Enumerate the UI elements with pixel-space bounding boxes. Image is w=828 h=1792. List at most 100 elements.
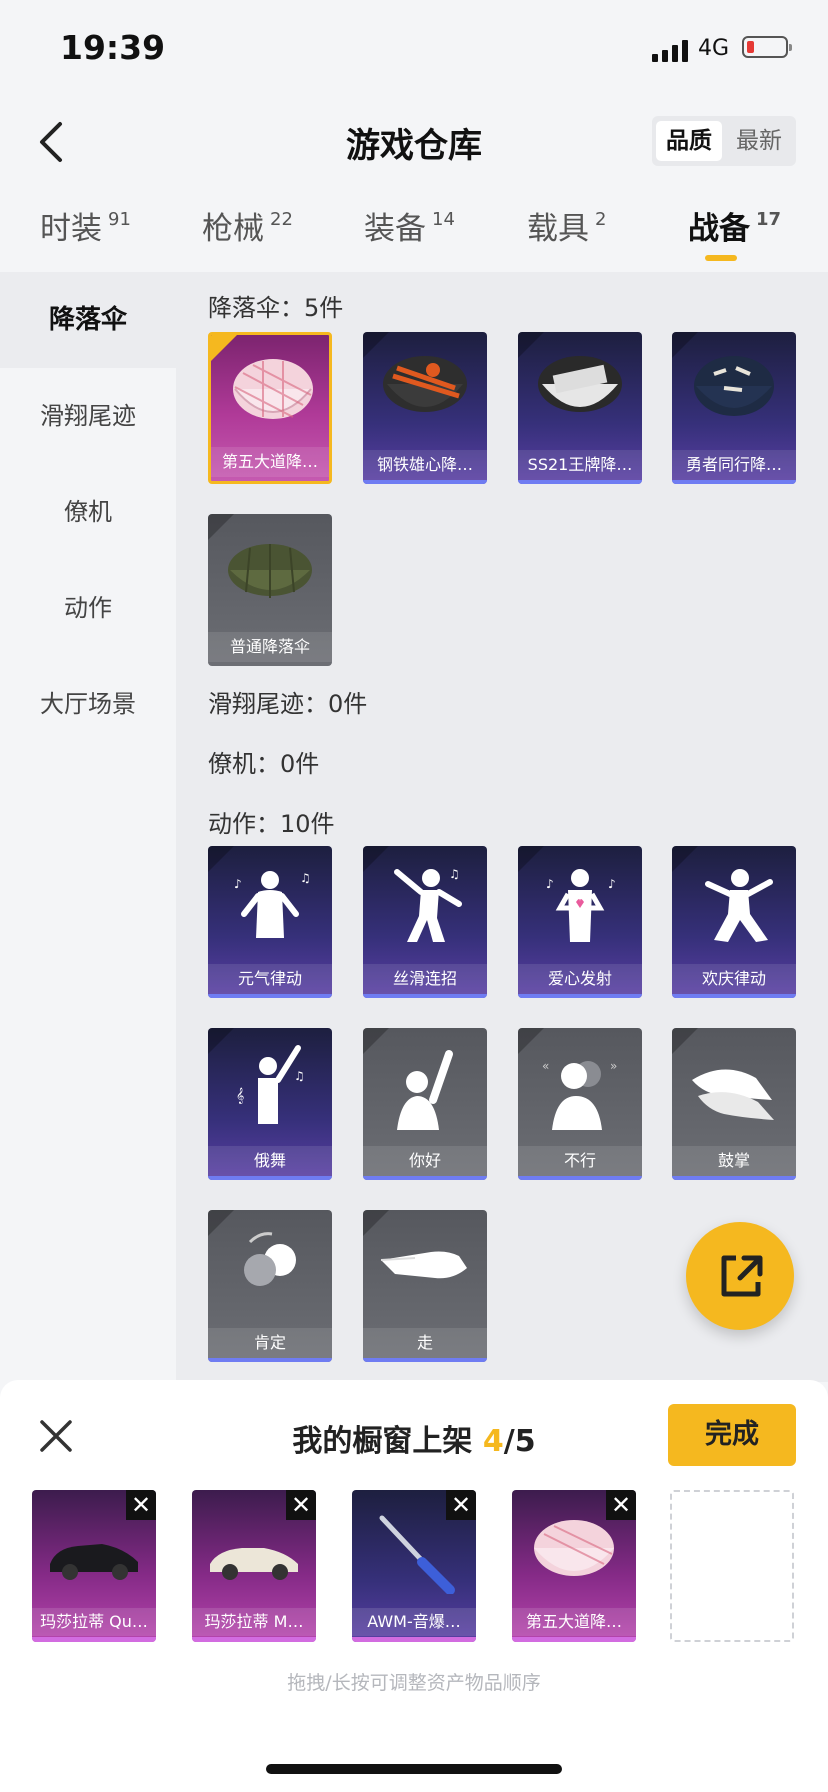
parachute-icon [383,356,467,412]
item-card[interactable]: ♪ ♪ 爱心发射 [518,846,642,998]
sidebar: 降落伞 滑翔尾迹 僚机 动作 大厅场景 [0,272,176,1382]
network-label: 4G [698,36,730,61]
item-label: 第五大道降… [512,1608,636,1636]
tab-count: 22 [270,209,293,230]
svg-text:«: « [542,1059,549,1073]
item-label: 俄舞 [208,1146,332,1176]
sort-newest-button[interactable]: 最新 [726,121,792,161]
item-card[interactable]: 肯定 [208,1210,332,1362]
remove-item-button[interactable]: ✕ [126,1490,156,1520]
done-button[interactable]: 完成 [668,1404,796,1466]
parachute-icon [228,544,312,598]
pointing-hand-icon [380,1251,467,1279]
item-card[interactable]: 勇者同行降… [672,332,796,484]
item-card[interactable]: «» 不行 [518,1028,642,1180]
nodding-icon [244,1232,296,1286]
parachute-icon [538,356,622,412]
rifle-icon [379,1515,455,1594]
item-card[interactable]: SS21王牌降… [518,332,642,484]
share-button[interactable] [686,1222,794,1330]
item-card[interactable]: ♪ ♫ 元气律动 [208,846,332,998]
clapping-icon [692,1069,774,1120]
tab-battle-prep[interactable]: 战备 17 [688,203,781,248]
item-card[interactable]: 钢铁雄心降… [363,332,487,484]
dancer-icon: ♫ [394,867,462,942]
parachute-icon [534,1520,614,1576]
sort-quality-button[interactable]: 品质 [656,121,722,161]
remove-item-button[interactable]: ✕ [286,1490,316,1520]
empty-showcase-slot[interactable] [670,1490,794,1642]
item-card[interactable]: 普通降落伞 [208,514,332,666]
tab-guns[interactable]: 枪械 22 [202,203,293,248]
item-label: 走 [363,1328,487,1358]
sidebar-item-lobby[interactable]: 大厅场景 [0,656,176,752]
svg-text:𝄞: 𝄞 [236,1088,244,1104]
rarity-bar [672,994,796,998]
item-card[interactable]: 走 [363,1210,487,1362]
rarity-bar [363,1358,487,1362]
parachute-icon [694,356,774,416]
rarity-bar [208,994,332,998]
sidebar-item-parachute[interactable]: 降落伞 [0,272,176,368]
item-label: 不行 [518,1146,642,1176]
item-label: 普通降落伞 [208,632,332,662]
heart-dancer-icon: ♪ ♪ [546,869,616,942]
item-card[interactable]: 你好 [363,1028,487,1180]
item-label: 钢铁雄心降… [363,450,487,480]
rarity-bar [518,1176,642,1180]
tab-underline [705,255,737,261]
sidebar-item-trail[interactable]: 滑翔尾迹 [0,368,176,464]
item-card[interactable]: ♫ 丝滑连招 [363,846,487,998]
rarity-bar [352,1637,476,1642]
showcase-title-text: 我的橱窗上架 [292,1424,473,1459]
tab-count: 14 [432,209,455,230]
dancer-icon: ♪ ♫ [234,871,311,938]
section-title-trail: 滑翔尾迹：0件 [208,690,368,718]
item-label: 玛莎拉蒂 M… [192,1608,316,1636]
waving-icon [397,1050,453,1130]
tab-fashion[interactable]: 时装 91 [40,203,131,248]
battery-icon [742,36,792,58]
item-card[interactable]: 欢庆律动 [672,846,796,998]
item-label: 玛莎拉蒂 Qu… [32,1608,156,1636]
tab-equipment[interactable]: 装备 14 [364,203,455,248]
signal-icon [652,40,690,62]
sort-toggle[interactable]: 品质 最新 [652,116,796,166]
status-bar: 19:39 4G [0,0,828,100]
sidebar-item-wingman[interactable]: 僚机 [0,464,176,560]
tab-vehicles[interactable]: 载具 2 [527,203,606,248]
rarity-bar [512,1637,636,1642]
rarity-bar [672,480,796,484]
tab-label: 载具 [527,211,589,247]
item-card[interactable]: 第五大道降… [208,332,332,484]
showcase-item[interactable]: ✕ AWM-音爆… [352,1490,476,1642]
rarity-bar [672,1176,796,1180]
item-label: 肯定 [208,1328,332,1358]
showcase-item[interactable]: ✕ 玛莎拉蒂 Qu… [32,1490,156,1642]
sidebar-item-emote[interactable]: 动作 [0,560,176,656]
showcase-count: 4 [482,1424,504,1459]
item-label: 鼓掌 [672,1146,796,1176]
svg-text:♫: ♫ [300,871,311,885]
item-card[interactable]: 𝄞 ♫ 俄舞 [208,1028,332,1180]
svg-text:♫: ♫ [294,1069,305,1083]
black-car-icon [50,1544,138,1580]
svg-text:♪: ♪ [608,877,616,891]
svg-text:♫: ♫ [449,867,460,881]
showcase-item[interactable]: ✕ 玛莎拉蒂 M… [192,1490,316,1642]
rarity-bar [363,994,487,998]
item-card[interactable]: 鼓掌 [672,1028,796,1180]
tab-label: 时装 [40,211,102,247]
svg-text:♪: ♪ [234,877,242,891]
tab-count: 91 [108,209,131,230]
remove-item-button[interactable]: ✕ [446,1490,476,1520]
item-label: 第五大道降… [211,447,329,477]
remove-item-button[interactable]: ✕ [606,1490,636,1520]
rarity-bar [192,1637,316,1642]
svg-text:♪: ♪ [546,877,554,891]
parachute-icon [233,359,313,419]
tab-label: 枪械 [202,211,264,247]
showcase-item[interactable]: ✕ 第五大道降… [512,1490,636,1642]
home-indicator [266,1764,562,1774]
dancer-icon: 𝄞♫ [236,1045,305,1124]
